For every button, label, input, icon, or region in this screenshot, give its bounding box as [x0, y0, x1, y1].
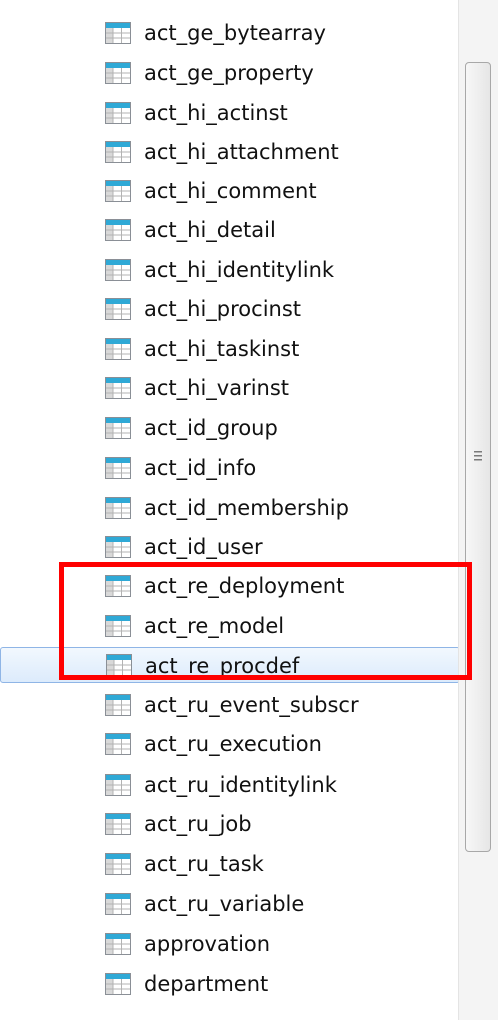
table-item-label: act_ge_property — [144, 61, 314, 85]
table-item[interactable]: act_hi_detail — [0, 212, 460, 248]
table-icon — [105, 575, 131, 597]
table-item-label: act_ru_identitylink — [144, 773, 337, 797]
table-item-label: act_hi_identitylink — [144, 258, 335, 282]
table-icon — [105, 259, 131, 281]
table-icon — [105, 102, 131, 124]
table-item[interactable]: act_id_group — [0, 410, 460, 446]
table-icon — [105, 694, 131, 716]
table-icon — [105, 180, 131, 202]
table-item-label: act_id_info — [144, 456, 257, 480]
table-list: act_ge_bytearray act_ge_property act_hi_ac… — [0, 0, 460, 1020]
table-icon — [105, 774, 131, 796]
table-icon — [105, 813, 131, 835]
database-table-tree-panel: act_ge_bytearray act_ge_property act_hi_ac… — [0, 0, 498, 1020]
table-item-label: act_ru_event_subscr — [144, 693, 359, 717]
table-item[interactable]: department — [0, 966, 460, 1002]
table-item[interactable]: act_ru_identitylink — [0, 767, 460, 803]
table-item[interactable]: act_id_info — [0, 450, 460, 486]
table-item-label: act_ru_job — [144, 812, 252, 836]
table-item[interactable]: act_hi_taskinst — [0, 331, 460, 367]
table-icon — [105, 219, 131, 241]
table-item[interactable]: act_hi_actinst — [0, 95, 460, 131]
table-item[interactable]: act_ru_event_subscr — [0, 687, 460, 723]
table-icon — [105, 338, 131, 360]
table-item-label: act_re_model — [144, 614, 285, 638]
table-item[interactable]: act_re_deployment — [0, 568, 460, 604]
table-item[interactable]: act_ge_bytearray — [0, 15, 460, 51]
table-item[interactable]: act_ru_job — [0, 806, 460, 842]
table-item-label: act_id_group — [144, 416, 278, 440]
table-item-label: act_ge_bytearray — [144, 21, 326, 45]
table-icon — [105, 615, 131, 637]
table-item-label: act_hi_procinst — [144, 297, 302, 321]
table-item-label: act_ru_task — [144, 852, 264, 876]
table-item-label: act_re_deployment — [144, 574, 345, 598]
scrollbar-thumb[interactable] — [465, 62, 491, 852]
table-item[interactable]: act_hi_varinst — [0, 370, 460, 406]
table-icon — [105, 22, 131, 44]
table-item[interactable]: act_id_user — [0, 529, 460, 565]
table-item-label: department — [144, 972, 269, 996]
table-item[interactable]: act_re_model — [0, 608, 460, 644]
table-icon — [105, 853, 131, 875]
table-item-label: act_hi_varinst — [144, 376, 290, 400]
table-item-label: act_ru_execution — [144, 732, 322, 756]
table-item[interactable]: act_ge_property — [0, 55, 460, 91]
table-item-label: act_hi_comment — [144, 179, 317, 203]
table-item-label: act_hi_detail — [144, 218, 276, 242]
table-item-label: approvation — [144, 932, 271, 956]
table-icon — [105, 417, 131, 439]
table-icon — [105, 973, 131, 995]
table-item-label: act_id_user — [144, 535, 263, 559]
table-item[interactable]: act_hi_comment — [0, 173, 460, 209]
table-icon — [105, 536, 131, 558]
table-item-label: act_ru_variable — [144, 892, 305, 916]
table-item[interactable]: act_id_membership — [0, 490, 460, 526]
vertical-scrollbar[interactable] — [458, 0, 498, 1020]
table-icon — [105, 933, 131, 955]
table-item-label: act_re_procdef — [145, 654, 300, 678]
table-icon — [105, 62, 131, 84]
table-item[interactable]: act_re_procdef — [0, 647, 460, 683]
table-item[interactable]: act_hi_identitylink — [0, 252, 460, 288]
scrollbar-grip-icon — [474, 451, 482, 461]
table-item-label: act_hi_actinst — [144, 101, 288, 125]
table-item[interactable]: act_ru_task — [0, 846, 460, 882]
table-icon — [105, 141, 131, 163]
table-item-label: act_hi_taskinst — [144, 337, 300, 361]
table-icon — [105, 298, 131, 320]
table-icon — [105, 893, 131, 915]
table-item[interactable]: act_hi_attachment — [0, 134, 460, 170]
table-icon — [105, 733, 131, 755]
table-icon — [105, 457, 131, 479]
table-icon — [105, 377, 131, 399]
table-icon — [106, 654, 132, 676]
table-item[interactable]: approvation — [0, 926, 460, 962]
table-item[interactable]: act_ru_variable — [0, 886, 460, 922]
table-item[interactable]: act_hi_procinst — [0, 291, 460, 327]
table-item-label: act_hi_attachment — [144, 140, 339, 164]
table-icon — [105, 497, 131, 519]
table-item-label: act_id_membership — [144, 496, 349, 520]
table-item[interactable]: act_ru_execution — [0, 726, 460, 762]
